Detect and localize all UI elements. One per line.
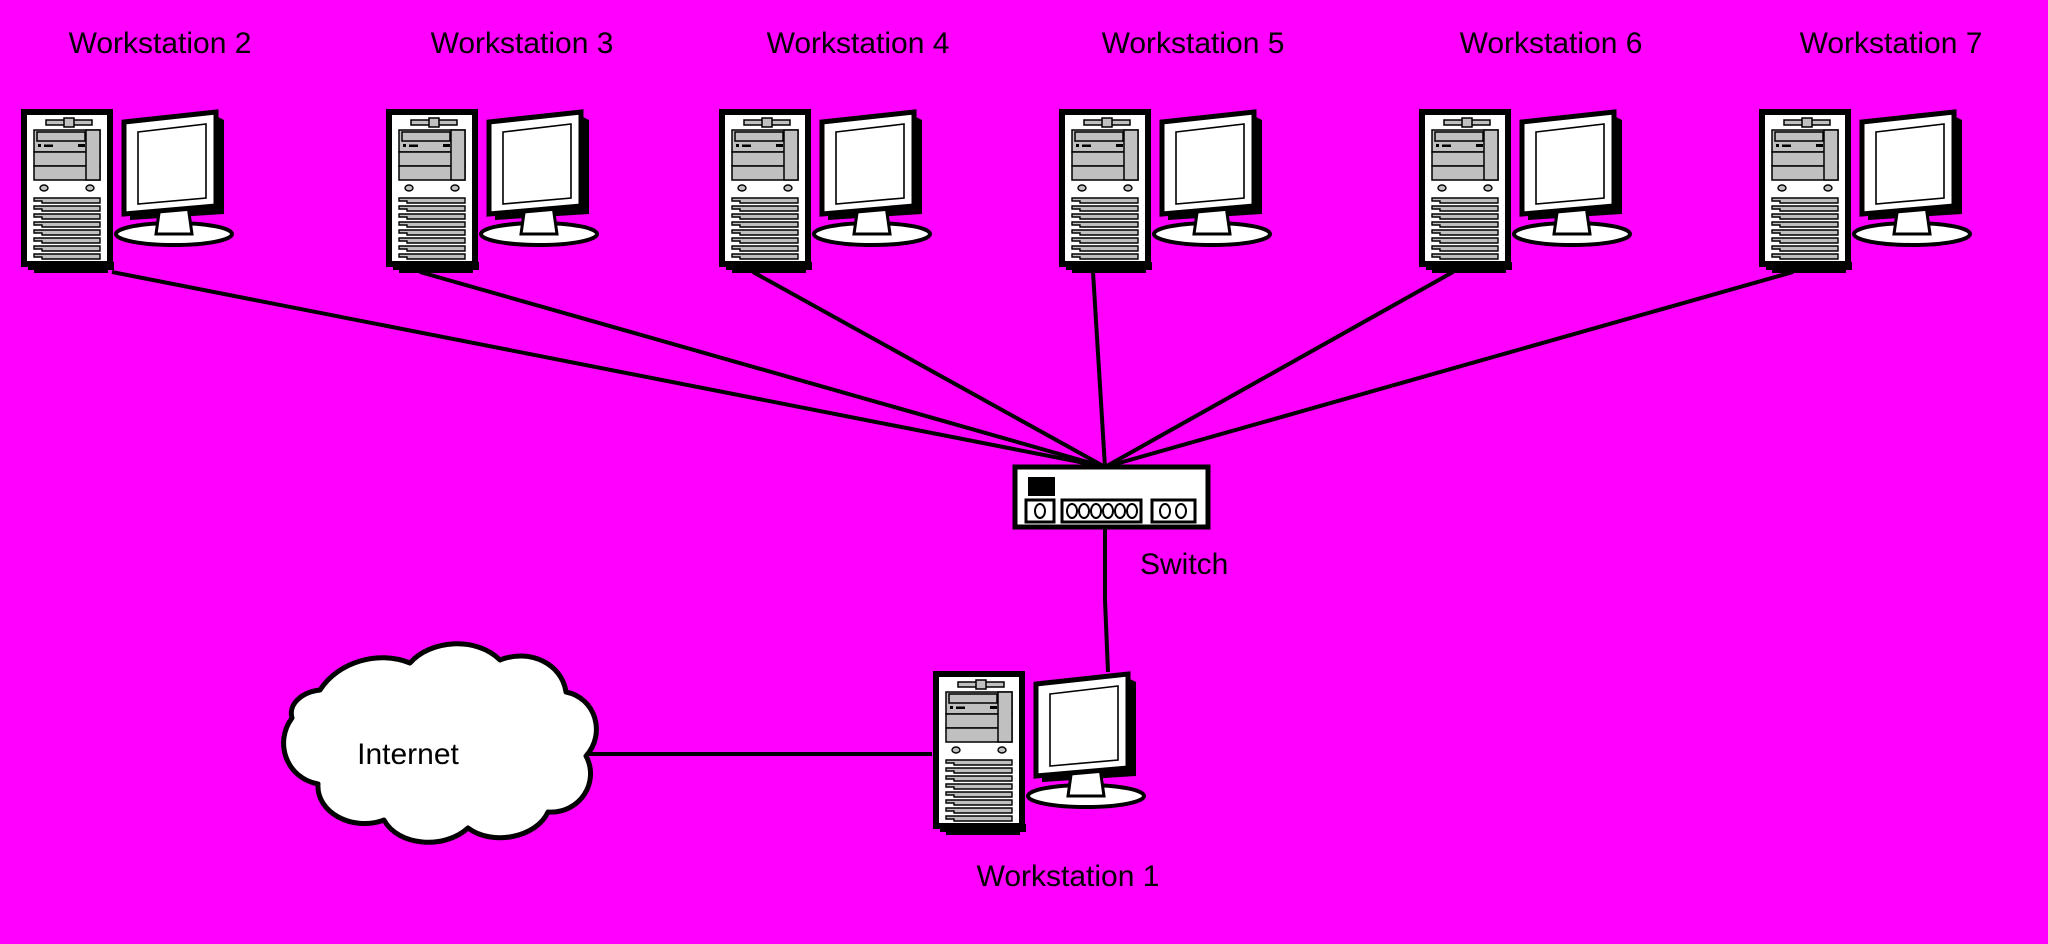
- workstation-icon[interactable]: [1762, 112, 1970, 273]
- switch-port: [1102, 503, 1114, 519]
- link-ws7-switch: [1104, 270, 1794, 469]
- switch-port: [1126, 503, 1138, 519]
- workstation-ws7[interactable]: Workstation 7: [1762, 27, 1982, 273]
- workstation-icon[interactable]: [389, 112, 597, 273]
- link-switch-ws1: [1103, 527, 1110, 673]
- link-ws3-switch: [419, 270, 1106, 469]
- switch-port: [1175, 503, 1187, 519]
- workstation-ws4[interactable]: Workstation 4: [722, 27, 949, 273]
- switch-port: [1114, 503, 1126, 519]
- switch-device[interactable]: Switch: [1012, 464, 1228, 581]
- workstation-ws2[interactable]: Workstation 2: [24, 27, 251, 273]
- workstation-ws1[interactable]: Workstation 1: [936, 674, 1159, 893]
- workstation-label-ws4: Workstation 4: [767, 27, 950, 60]
- workstation-label-ws3: Workstation 3: [431, 27, 614, 60]
- workstation-icon[interactable]: [1422, 112, 1630, 273]
- switch-label: Switch: [1140, 548, 1228, 581]
- link-ws2-switch: [111, 270, 1106, 469]
- workstation-ws6[interactable]: Workstation 6: [1422, 27, 1642, 273]
- cloud-label: Internet: [357, 738, 459, 771]
- workstation-label-ws7: Workstation 7: [1800, 27, 1983, 60]
- link-ws4-switch: [752, 270, 1106, 469]
- switch-status-indicator: [1028, 477, 1055, 496]
- link-ws5-switch: [1091, 271, 1107, 468]
- workstation-label-ws5: Workstation 5: [1102, 27, 1285, 60]
- switch-port: [1159, 503, 1171, 519]
- link-ws6-switch: [1104, 270, 1454, 469]
- network-diagram: Workstation 2 Workstation 3 Workstation …: [0, 0, 2048, 944]
- switch-port: [1090, 503, 1102, 519]
- workstation-icon[interactable]: [24, 112, 232, 273]
- workstation-label-ws1: Workstation 1: [977, 860, 1160, 893]
- switch-port: [1078, 503, 1090, 519]
- internet-cloud[interactable]: Internet: [281, 641, 599, 845]
- switch-port-bank-3: [1150, 498, 1197, 524]
- workstation-icon[interactable]: [722, 112, 930, 273]
- workstation-ws5[interactable]: Workstation 5: [1062, 27, 1284, 273]
- switch-port: [1034, 503, 1046, 519]
- workstation-icon[interactable]: [936, 674, 1144, 835]
- workstation-label-ws2: Workstation 2: [69, 27, 252, 60]
- workstation-label-ws6: Workstation 6: [1460, 27, 1643, 60]
- diagram-canvas: Workstation 2 Workstation 3 Workstation …: [0, 27, 1982, 893]
- switch-port: [1066, 503, 1078, 519]
- workstation-ws3[interactable]: Workstation 3: [389, 27, 613, 273]
- workstation-icon[interactable]: [1062, 112, 1270, 273]
